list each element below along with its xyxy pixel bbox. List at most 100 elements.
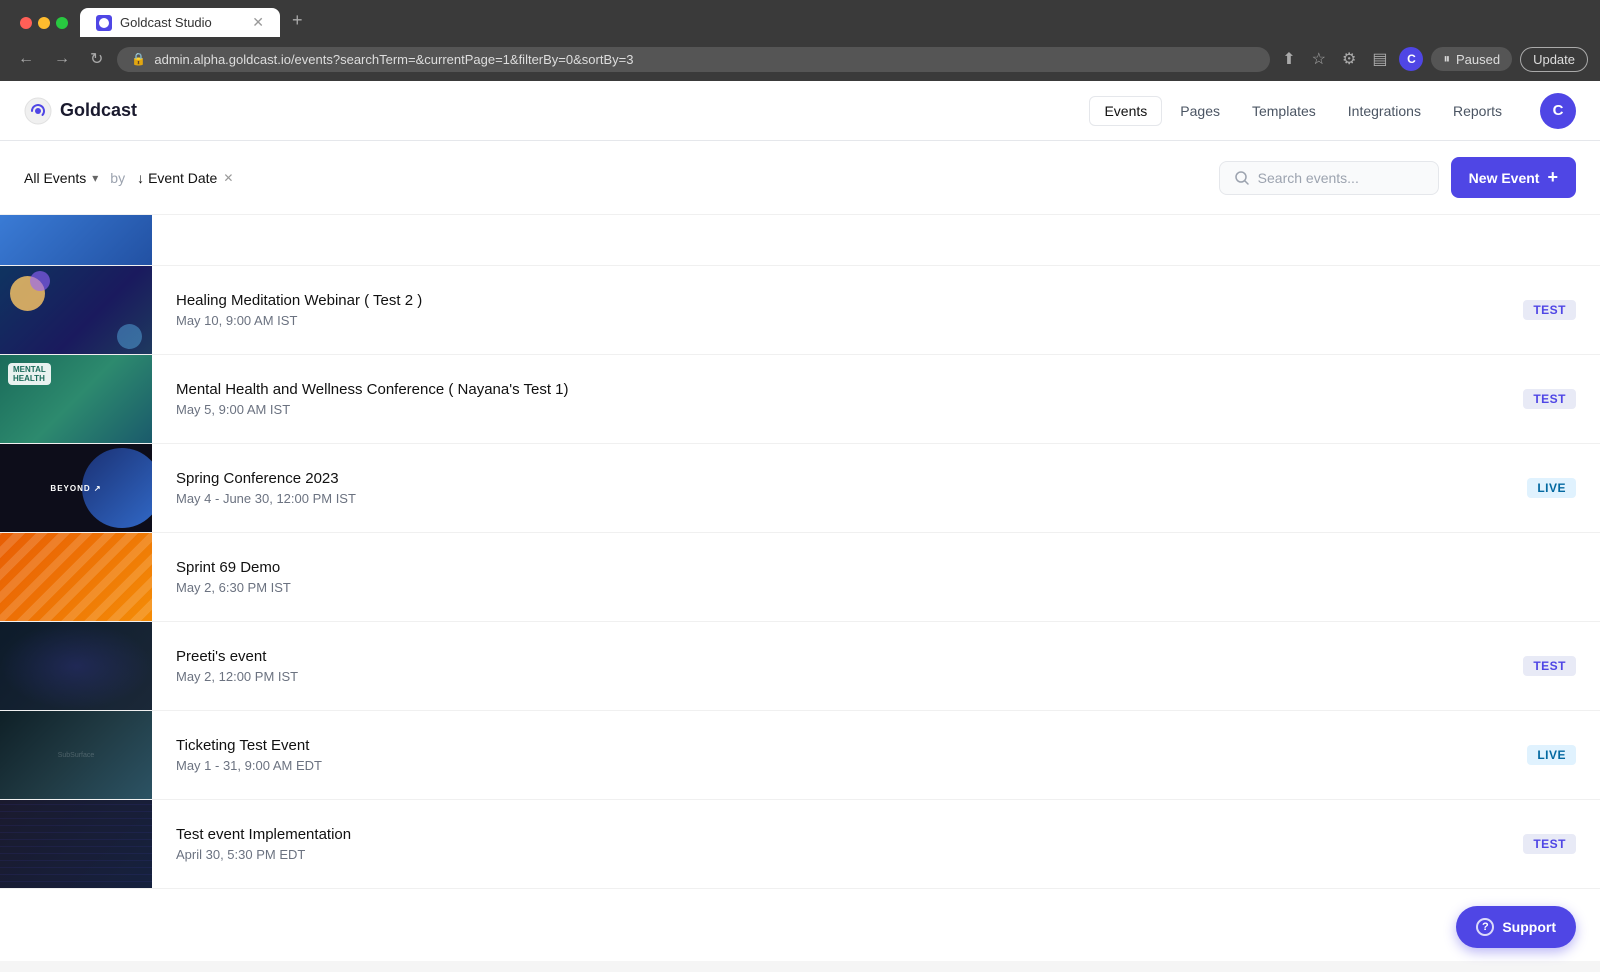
extension-button[interactable]: ⚙	[1338, 45, 1360, 73]
event-thumbnail-5: SubSurface	[0, 711, 152, 799]
bookmark-button[interactable]: ☆	[1308, 45, 1330, 73]
lock-icon: 🔒	[131, 52, 146, 66]
paused-label: Paused	[1456, 52, 1500, 67]
event-thumbnail-2: BEYOND ↗	[0, 444, 152, 532]
event-badge-5: LIVE	[1527, 745, 1576, 765]
nav-reports[interactable]: Reports	[1439, 97, 1516, 125]
event-thumbnail-top	[0, 215, 152, 265]
event-item-1[interactable]: MENTALHEALTH Mental Health and Wellness …	[0, 355, 1600, 444]
event-badge-1: TEST	[1523, 389, 1576, 409]
logo-text: Goldcast	[60, 100, 137, 121]
plus-icon: +	[1547, 167, 1558, 188]
event-item-5[interactable]: SubSurface Ticketing Test Event May 1 - …	[0, 711, 1600, 800]
event-info-0: Healing Meditation Webinar ( Test 2 ) Ma…	[152, 292, 1523, 328]
profile-avatar[interactable]: C	[1540, 93, 1576, 129]
nav-pages[interactable]: Pages	[1166, 97, 1234, 125]
browser-toolbar: ← → ↻ 🔒 admin.alpha.goldcast.io/events?s…	[0, 37, 1600, 81]
address-bar[interactable]: 🔒 admin.alpha.goldcast.io/events?searchT…	[117, 47, 1270, 72]
maximize-dot[interactable]	[56, 17, 68, 29]
filters-row: All Events ▾ by ↓ Event Date ✕ New Event…	[0, 141, 1600, 215]
browser-tab[interactable]: Goldcast Studio ✕	[80, 8, 280, 37]
event-thumbnail-3	[0, 533, 152, 621]
minimize-dot[interactable]	[38, 17, 50, 29]
tab-favicon	[96, 15, 112, 31]
event-item-6[interactable]: Test event Implementation April 30, 5:30…	[0, 800, 1600, 889]
event-info-3: Sprint 69 Demo May 2, 6:30 PM IST	[152, 559, 1520, 595]
url-text: admin.alpha.goldcast.io/events?searchTer…	[154, 52, 633, 67]
event-date-4: May 2, 12:00 PM IST	[176, 669, 1499, 684]
thumb-inner-top	[0, 215, 152, 265]
sidebar-button[interactable]: ▤	[1368, 45, 1391, 73]
nav-integrations[interactable]: Integrations	[1334, 97, 1435, 125]
search-icon	[1234, 170, 1250, 186]
paused-button[interactable]: ⏸ Paused	[1431, 47, 1512, 71]
new-tab-button[interactable]: +	[284, 10, 311, 37]
all-events-label: All Events	[24, 170, 86, 186]
by-label: by	[110, 170, 125, 186]
browser-tab-bar: Goldcast Studio ✕ +	[0, 0, 1600, 37]
app-header: Goldcast Events Pages Templates Integrat…	[0, 81, 1600, 141]
browser-chrome: Goldcast Studio ✕ + ← → ↻ 🔒 admin.alpha.…	[0, 0, 1600, 81]
event-date-3: May 2, 6:30 PM IST	[176, 580, 1496, 595]
event-thumbnail-1: MENTALHEALTH	[0, 355, 152, 443]
event-badge-0: TEST	[1523, 300, 1576, 320]
support-label: Support	[1502, 919, 1556, 935]
events-list: Healing Meditation Webinar ( Test 2 ) Ma…	[0, 266, 1600, 889]
nav-events[interactable]: Events	[1089, 96, 1162, 126]
sort-clear-icon[interactable]: ✕	[223, 171, 233, 185]
support-button[interactable]: ? Support	[1456, 906, 1576, 948]
event-title-6: Test event Implementation	[176, 826, 1499, 843]
event-item-4[interactable]: Preeti's event May 2, 12:00 PM IST TEST	[0, 622, 1600, 711]
new-event-label: New Event	[1469, 170, 1540, 186]
sort-icon: ↓	[137, 170, 144, 186]
event-info-5: Ticketing Test Event May 1 - 31, 9:00 AM…	[152, 737, 1527, 773]
event-info-4: Preeti's event May 2, 12:00 PM IST	[152, 648, 1523, 684]
event-date-1: May 5, 9:00 AM IST	[176, 402, 1499, 417]
event-title-1: Mental Health and Wellness Conference ( …	[176, 381, 1499, 398]
search-input[interactable]	[1258, 170, 1418, 186]
event-item-0[interactable]: Healing Meditation Webinar ( Test 2 ) Ma…	[0, 266, 1600, 355]
logo-area: Goldcast	[24, 97, 137, 125]
event-title-4: Preeti's event	[176, 648, 1499, 665]
app-container: Goldcast Events Pages Templates Integrat…	[0, 81, 1600, 961]
back-button[interactable]: ←	[12, 46, 40, 72]
search-area	[1219, 161, 1439, 195]
browser-actions: ⬆ ☆ ⚙ ▤ C ⏸ Paused Update	[1278, 45, 1588, 73]
event-info-2: Spring Conference 2023 May 4 - June 30, …	[152, 470, 1527, 506]
event-date-0: May 10, 9:00 AM IST	[176, 313, 1499, 328]
event-thumbnail-4	[0, 622, 152, 710]
event-date-2: May 4 - June 30, 12:00 PM IST	[176, 491, 1503, 506]
sort-label: Event Date	[148, 170, 217, 186]
sort-button[interactable]: ↓ Event Date ✕	[137, 170, 233, 186]
event-date-6: April 30, 5:30 PM EDT	[176, 847, 1499, 862]
event-badge-2: LIVE	[1527, 478, 1576, 498]
event-item-2[interactable]: BEYOND ↗ Spring Conference 2023 May 4 - …	[0, 444, 1600, 533]
event-title-2: Spring Conference 2023	[176, 470, 1503, 487]
event-info-1: Mental Health and Wellness Conference ( …	[152, 381, 1523, 417]
main-nav: Events Pages Templates Integrations Repo…	[1089, 96, 1516, 126]
support-icon: ?	[1476, 918, 1494, 936]
event-item-3[interactable]: Sprint 69 Demo May 2, 6:30 PM IST	[0, 533, 1600, 622]
update-button[interactable]: Update	[1520, 47, 1588, 72]
refresh-button[interactable]: ↻	[84, 45, 109, 73]
event-badge-4: TEST	[1523, 656, 1576, 676]
event-info-6: Test event Implementation April 30, 5:30…	[152, 826, 1523, 862]
logo-icon	[24, 97, 52, 125]
event-item-top[interactable]	[0, 215, 1600, 266]
tab-close-button[interactable]: ✕	[252, 14, 264, 31]
close-dot[interactable]	[20, 17, 32, 29]
event-date-5: May 1 - 31, 9:00 AM EDT	[176, 758, 1503, 773]
paused-icon: ⏸	[1443, 51, 1450, 67]
event-title-3: Sprint 69 Demo	[176, 559, 1496, 576]
tab-title: Goldcast Studio	[120, 15, 212, 30]
event-thumbnail-0	[0, 266, 152, 354]
event-badge-6: TEST	[1523, 834, 1576, 854]
event-title-5: Ticketing Test Event	[176, 737, 1503, 754]
share-button[interactable]: ⬆	[1278, 45, 1299, 73]
browser-controls	[12, 13, 76, 33]
all-events-filter[interactable]: All Events ▾	[24, 170, 98, 186]
new-event-button[interactable]: New Event +	[1451, 157, 1576, 198]
nav-templates[interactable]: Templates	[1238, 97, 1330, 125]
forward-button[interactable]: →	[48, 46, 76, 72]
chrome-profile-avatar[interactable]: C	[1399, 47, 1423, 71]
